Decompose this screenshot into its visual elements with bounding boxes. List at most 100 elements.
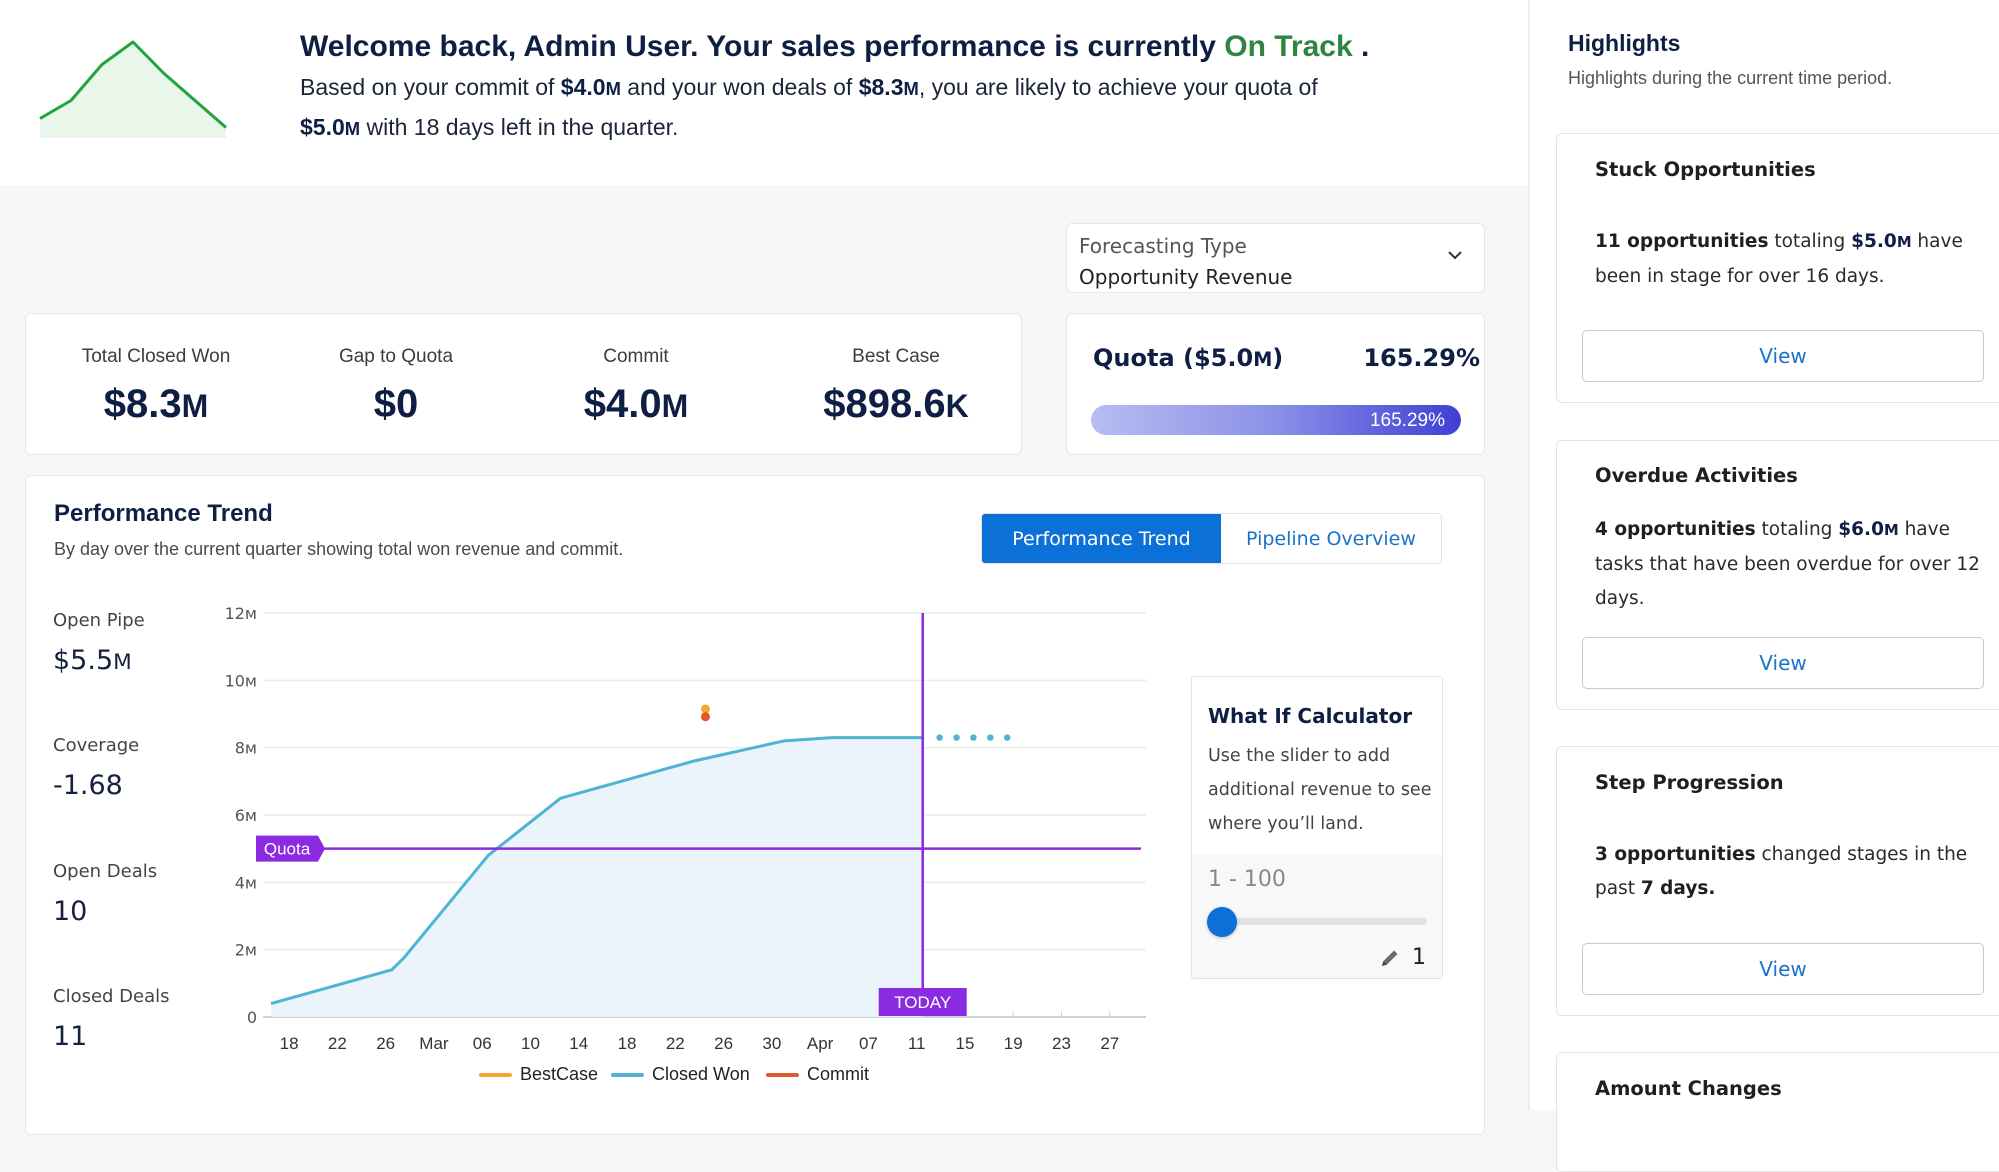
- projection-dot: [970, 734, 977, 741]
- bestcase-point: [700, 704, 710, 714]
- stat-value: $4.0M: [583, 382, 689, 426]
- welcome-summary-line-2: $5.0M with 18 days left in the quarter.: [300, 114, 678, 141]
- view-step-progression-button[interactable]: View: [1582, 943, 1984, 995]
- highlight-card-title: Amount Changes: [1595, 1077, 1782, 1100]
- summary-stats-card: Total Closed Won $8.3M Gap to Quota $0 C…: [25, 313, 1022, 455]
- highlight-card-title: Step Progression: [1595, 771, 1784, 794]
- forecasting-type-dropdown[interactable]: Forecasting Type Opportunity Revenue: [1066, 223, 1485, 293]
- stat-value: $898.6K: [823, 382, 969, 426]
- projection-dot: [987, 734, 994, 741]
- highlight-card-text: 11 opportunities totaling $5.0M have bee…: [1595, 231, 1963, 287]
- legend-item-commit[interactable]: Commit: [766, 1064, 869, 1085]
- won-amount: $8.3M: [858, 74, 919, 100]
- summary-text: Based on your commit of: [300, 74, 561, 100]
- welcome-banner: Welcome back, Admin User. Your sales per…: [0, 0, 1528, 185]
- legend-swatch: [479, 1072, 512, 1077]
- y-tick-label: 2ᴍ: [235, 941, 257, 960]
- quota-label: Quota ($5.0M): [1093, 344, 1284, 372]
- highlight-card-step-progression: Step Progression 3 opportunities changed…: [1556, 746, 1999, 1016]
- quota-progress-fill: 165.29%: [1091, 405, 1461, 435]
- welcome-headline: Welcome back, Admin User. Your sales per…: [300, 30, 1369, 64]
- highlight-card-text: 4 opportunities totaling $6.0M have task…: [1595, 519, 1980, 609]
- projection-dot: [936, 734, 943, 741]
- legend-swatch: [766, 1072, 799, 1077]
- quota-percent: 165.29%: [1363, 344, 1480, 372]
- highlight-card-text: 3 opportunities changed stages in the pa…: [1595, 844, 1968, 899]
- highlights-panel: Highlights Highlights during the current…: [1528, 0, 1999, 1172]
- highlight-card-stuck-opportunities: Stuck Opportunities 11 opportunities tot…: [1556, 133, 1999, 403]
- x-tick-label: 18: [618, 1034, 637, 1053]
- welcome-summary-line-1: Based on your commit of $4.0M and your w…: [300, 74, 1318, 101]
- y-tick-label: 12ᴍ: [225, 604, 257, 623]
- quota-progress-bar: 165.29%: [1091, 405, 1461, 435]
- slider-value: 1: [1412, 945, 1426, 970]
- headline-end: .: [1352, 30, 1370, 63]
- x-tick-label: Apr: [807, 1034, 834, 1053]
- legend-label: Commit: [807, 1064, 869, 1084]
- stat-label: Gap to Quota: [338, 346, 454, 367]
- quota-attainment-card: Quota ($5.0M) 165.29% 165.29%: [1066, 313, 1485, 455]
- stat-gap-to-quota: Gap to Quota $0: [276, 314, 516, 427]
- highlights-title: Highlights: [1568, 30, 1681, 56]
- stat-total-closed-won: Total Closed Won $8.3M: [36, 314, 276, 427]
- x-tick-label: 18: [280, 1034, 299, 1053]
- commit-point: [700, 712, 710, 722]
- y-tick-label: 4ᴍ: [235, 873, 257, 892]
- revenue-slider-thumb[interactable]: [1207, 907, 1237, 937]
- chevron-down-icon: [1448, 251, 1462, 260]
- forecasting-type-value: Opportunity Revenue: [1079, 265, 1293, 289]
- pencil-edit-icon[interactable]: [1379, 947, 1401, 969]
- stat-value: $0: [373, 382, 419, 426]
- quota-tag-label: Quota: [264, 840, 311, 859]
- highlight-card-overdue-activities: Overdue Activities 4 opportunities total…: [1556, 440, 1999, 710]
- x-tick-label: 15: [956, 1034, 975, 1053]
- performance-trend-card: Performance Trend By day over the curren…: [25, 475, 1485, 1135]
- highlights-subtitle: Highlights during the current time perio…: [1568, 68, 1893, 88]
- stat-commit: Commit $4.0M: [516, 314, 756, 427]
- slider-range-label: 1 - 100: [1208, 867, 1286, 892]
- today-tag-label: TODAY: [894, 993, 951, 1012]
- projection-dot: [1004, 734, 1011, 741]
- y-tick-label: 0: [247, 1008, 257, 1027]
- x-tick-label: 07: [859, 1034, 878, 1053]
- stat-value: $8.3M: [103, 382, 209, 426]
- y-tick-label: 8ᴍ: [235, 739, 257, 758]
- x-tick-label: Mar: [419, 1034, 449, 1053]
- performance-sparkline: [39, 40, 227, 138]
- x-tick-label: 30: [762, 1034, 781, 1053]
- highlight-card-title: Stuck Opportunities: [1595, 158, 1816, 181]
- x-tick-label: 06: [473, 1034, 492, 1053]
- x-tick-label: 10: [521, 1034, 540, 1053]
- forecasting-type-label: Forecasting Type: [1079, 234, 1247, 258]
- legend-label: BestCase: [520, 1064, 599, 1084]
- status-on-track: On Track: [1224, 30, 1353, 63]
- view-overdue-activities-button[interactable]: View: [1582, 637, 1984, 689]
- summary-text: with 18 days left in the quarter.: [360, 114, 679, 140]
- highlight-card-title: Overdue Activities: [1595, 464, 1798, 487]
- stat-label: Commit: [603, 346, 669, 367]
- legend-item-closed-won[interactable]: Closed Won: [611, 1064, 750, 1085]
- summary-text: and your won deals of: [620, 74, 859, 100]
- x-tick-label: 11: [908, 1034, 926, 1053]
- stat-best-case: Best Case $898.6K: [776, 314, 1016, 427]
- legend-item-bestcase[interactable]: BestCase: [479, 1064, 598, 1085]
- revenue-slider-track[interactable]: [1222, 918, 1427, 925]
- headline-text: Welcome back, Admin User. Your sales per…: [300, 30, 1225, 63]
- legend-swatch: [611, 1072, 644, 1077]
- y-tick-label: 10ᴍ: [225, 671, 257, 690]
- x-tick-label: 23: [1052, 1034, 1071, 1053]
- commit-amount: $4.0M: [560, 74, 621, 100]
- view-stuck-opportunities-button[interactable]: View: [1582, 330, 1984, 382]
- what-if-slider-area: 1 - 100 1: [1192, 855, 1442, 978]
- summary-text: , you are likely to achieve your quota o…: [918, 74, 1318, 100]
- stat-label: Best Case: [852, 346, 940, 367]
- legend-label: Closed Won: [652, 1064, 750, 1084]
- x-tick-label: 22: [328, 1034, 347, 1053]
- x-tick-label: 27: [1100, 1034, 1119, 1053]
- stat-label: Total Closed Won: [81, 346, 231, 367]
- x-tick-label: 26: [376, 1034, 395, 1053]
- quota-amount: $5.0M: [300, 114, 361, 140]
- what-if-calculator: What If Calculator Use the slider to add…: [1191, 676, 1443, 979]
- sparkline-area: [40, 42, 226, 138]
- quota-progress-label: 165.29%: [1369, 410, 1445, 431]
